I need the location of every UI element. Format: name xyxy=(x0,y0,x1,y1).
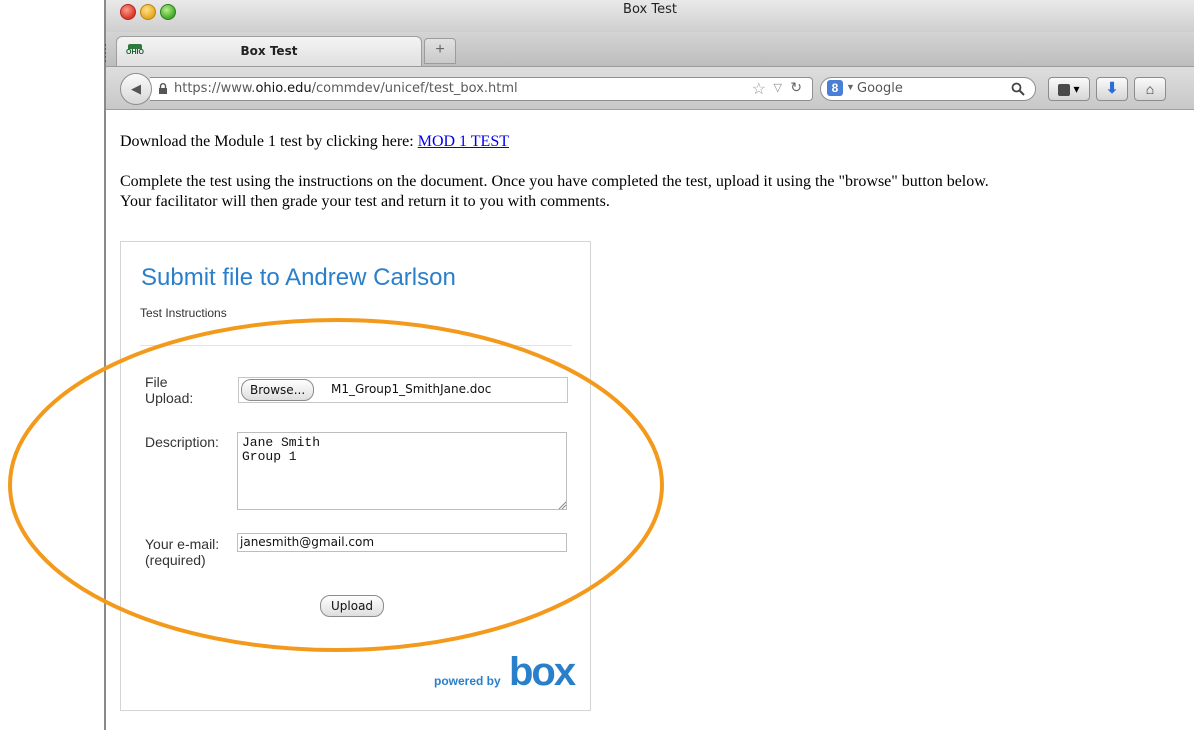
upload-button[interactable]: Upload xyxy=(320,595,385,617)
tab-bar: OHIO Box Test + xyxy=(106,32,1194,67)
description-textarea[interactable]: Jane Smith Group 1 xyxy=(237,432,567,510)
bookmark-star-icon[interactable]: ☆ xyxy=(752,79,766,99)
box-logo[interactable]: box xyxy=(509,650,576,695)
mod1-test-link[interactable]: MOD 1 TEST xyxy=(418,133,509,150)
file-upload-field[interactable]: Browse... M1_Group1_SmithJane.doc xyxy=(238,377,568,403)
powered-by-text: powered by xyxy=(434,674,501,688)
downloads-button[interactable]: ⬇ xyxy=(1096,77,1128,101)
window-title: Box Test xyxy=(623,2,677,17)
email-field[interactable]: janesmith@gmail.com xyxy=(237,533,567,552)
instructions-paragraph: Complete the test using the instructions… xyxy=(120,173,989,210)
new-tab-button[interactable]: + xyxy=(424,38,456,64)
title-bar: Box Test xyxy=(106,0,1194,33)
intro-paragraph: Download the Module 1 test by clicking h… xyxy=(120,133,509,150)
lock-icon xyxy=(159,83,167,94)
bookmarks-menu-button[interactable]: ▾ xyxy=(1048,77,1090,101)
search-placeholder: Google xyxy=(857,81,903,96)
navigation-bar: https://www.ohio.edu/commdev/unicef/test… xyxy=(106,67,1194,110)
email-label: Your e-mail: (required) xyxy=(145,536,220,568)
google-engine-icon[interactable]: 8 xyxy=(827,80,843,96)
reload-icon[interactable]: ↻ xyxy=(790,79,802,96)
panel-subtitle: Test Instructions xyxy=(140,306,227,320)
resize-grip-icon[interactable] xyxy=(558,501,567,510)
panel-title: Submit file to Andrew Carlson xyxy=(141,264,456,291)
bookmarks-icon xyxy=(1058,83,1071,96)
browse-button[interactable]: Browse... xyxy=(241,379,315,401)
description-label: Description: xyxy=(145,434,219,450)
file-upload-label: File Upload: xyxy=(145,374,194,406)
divider xyxy=(140,345,572,346)
selected-file-name: M1_Group1_SmithJane.doc xyxy=(331,382,492,396)
history-dropdown-icon[interactable]: ▽ xyxy=(774,81,782,94)
box-upload-panel: Submit file to Andrew Carlson Test Instr… xyxy=(120,241,591,711)
home-button[interactable]: ⌂ xyxy=(1134,77,1166,101)
engine-dropdown-icon[interactable]: ▼ xyxy=(846,82,855,92)
address-bar[interactable]: https://www.ohio.edu/commdev/unicef/test… xyxy=(150,77,813,101)
tab-box-test[interactable]: OHIO Box Test xyxy=(116,36,422,66)
page-content: Download the Module 1 test by clicking h… xyxy=(120,132,1194,232)
url-text: https://www.ohio.edu/commdev/unicef/test… xyxy=(174,81,518,96)
tab-label: Box Test xyxy=(240,44,298,58)
search-icon[interactable] xyxy=(1011,82,1025,96)
back-button[interactable]: ◀ xyxy=(120,73,152,105)
search-input[interactable]: 8 ▼ Google xyxy=(820,77,1036,101)
